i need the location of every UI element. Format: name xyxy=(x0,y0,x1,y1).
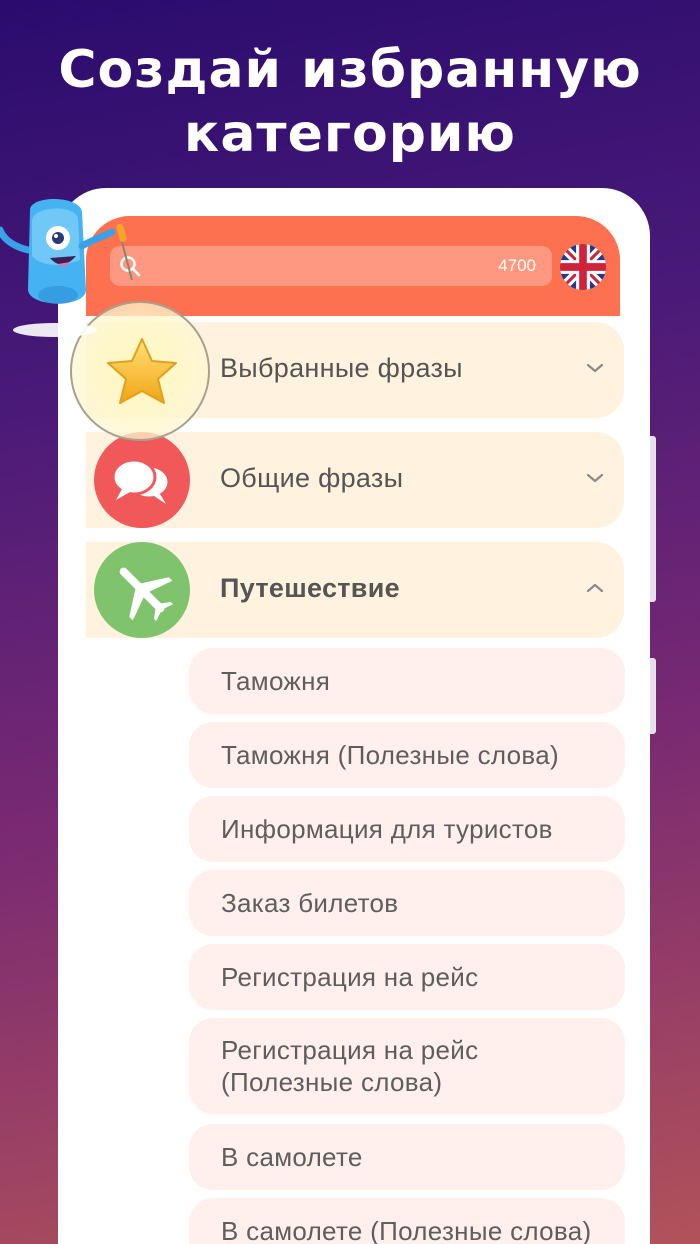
category-travel[interactable]: Путешествие xyxy=(86,542,624,638)
phone-side-button xyxy=(650,658,656,734)
mascot-illustration xyxy=(0,198,133,337)
subcategory-item[interactable]: В самолете (Полезные слова) xyxy=(189,1198,625,1244)
uk-flag-icon[interactable] xyxy=(560,244,606,290)
speech-bubbles-icon xyxy=(94,432,190,528)
subcategory-label: В самолете xyxy=(221,1142,363,1172)
subcategory-label: Таможня xyxy=(221,666,331,696)
subcategory-label: Регистрация на рейс xyxy=(221,1035,479,1065)
subcategory-item[interactable]: Регистрация на рейс xyxy=(189,944,625,1010)
subcategory-label: Регистрация на рейс xyxy=(221,962,479,992)
subcategory-item[interactable]: Регистрация на рейс (Полезные слова) xyxy=(189,1018,625,1114)
chevron-up-icon xyxy=(586,583,604,593)
app-top-bar: 4700 xyxy=(86,216,620,316)
phone-side-button xyxy=(650,436,656,602)
category-label: Выбранные фразы xyxy=(220,353,463,383)
category-label: Путешествие xyxy=(220,573,400,603)
airplane-icon xyxy=(94,542,190,638)
subcategory-label: Заказ билетов xyxy=(221,888,399,918)
subcategory-item[interactable]: Таможня (Полезные слова) xyxy=(189,722,625,788)
subcategory-item[interactable]: Таможня xyxy=(189,648,625,714)
subcategory-item[interactable]: Заказ билетов xyxy=(189,870,625,936)
subcategory-item[interactable]: Информация для туристов xyxy=(189,796,625,862)
phrase-count: 4700 xyxy=(498,256,536,275)
subcategory-label: В самолете (Полезные слова) xyxy=(221,1216,592,1244)
chevron-down-icon xyxy=(586,363,604,373)
subcategory-item[interactable]: В самолете xyxy=(189,1124,625,1190)
category-label: Общие фразы xyxy=(220,463,404,493)
subcategory-label: Информация для туристов xyxy=(221,814,553,844)
category-common-phrases[interactable]: Общие фразы xyxy=(86,432,624,528)
headline: Создай избранную категорию xyxy=(0,38,700,166)
subcategory-label-line-2: (Полезные слова) xyxy=(221,1067,443,1097)
headline-line-1: Создай избранную xyxy=(58,40,642,100)
headline-line-2: категорию xyxy=(184,104,516,164)
search-input[interactable]: 4700 xyxy=(110,246,552,286)
chevron-down-icon xyxy=(586,473,604,483)
subcategory-label: Таможня (Полезные слова) xyxy=(221,740,559,770)
